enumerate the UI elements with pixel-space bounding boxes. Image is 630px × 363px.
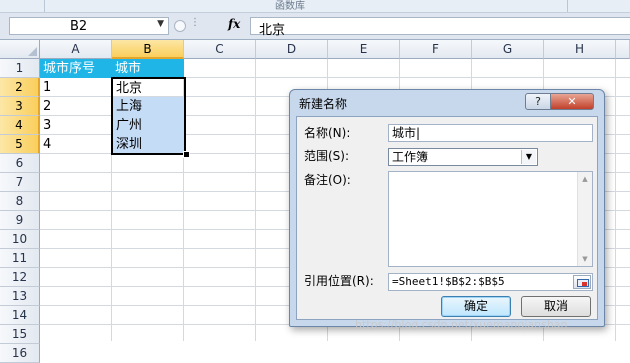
ribbon-separator [44, 0, 45, 12]
comment-scrollbar[interactable]: ▲ ▼ [577, 172, 592, 266]
name-input[interactable]: 城市| [388, 124, 593, 142]
column-header-a[interactable]: A [40, 40, 112, 59]
select-all-button[interactable] [0, 40, 40, 59]
row-header-3[interactable]: 3 [0, 97, 40, 116]
fill-handle[interactable] [183, 151, 190, 158]
row-header-6[interactable]: 6 [0, 154, 40, 173]
name-box-value: B2 [70, 19, 88, 34]
refers-to-input[interactable]: =Sheet1!$B$2:$B$5 [388, 273, 593, 291]
row-header-11[interactable]: 11 [0, 249, 40, 268]
collapse-dialog-icon[interactable] [573, 275, 591, 289]
column-header-e[interactable]: E [328, 40, 400, 59]
chevron-down-icon[interactable]: ▼ [157, 19, 164, 29]
close-button[interactable]: ✕ [550, 93, 594, 110]
scope-label: 范围(S): [304, 149, 350, 163]
column-header-c[interactable]: C [184, 40, 256, 59]
watermark: https://blog.csdn.net/xuemanqianshan [355, 318, 568, 331]
cell-a5[interactable]: 4 [40, 135, 112, 154]
row-header-8[interactable]: 8 [0, 192, 40, 211]
column-header-h[interactable]: H [544, 40, 616, 59]
row-header-1[interactable]: 1 [0, 59, 40, 78]
formula-bar-splitter[interactable] [174, 20, 186, 32]
row-header-13[interactable]: 13 [0, 287, 40, 306]
scroll-up-icon[interactable]: ▲ [578, 172, 592, 186]
selection-border [111, 77, 186, 155]
cell-a1[interactable]: 城市序号 [40, 59, 112, 78]
ribbon-group-label: 函数库 [275, 1, 305, 12]
dialog-title: 新建名称 [299, 97, 348, 111]
ok-button[interactable]: 确定 [441, 296, 511, 317]
column-header-b[interactable]: B [112, 40, 184, 59]
row-header-16[interactable]: 16 [0, 344, 40, 363]
scroll-down-icon[interactable]: ▼ [578, 252, 592, 266]
column-header-g[interactable]: G [472, 40, 544, 59]
column-header-partial[interactable] [616, 40, 630, 59]
row-header-12[interactable]: 12 [0, 268, 40, 287]
comment-label: 备注(O): [304, 173, 351, 187]
name-label: 名称(N): [304, 126, 351, 140]
row-header-10[interactable]: 10 [0, 230, 40, 249]
row-header-7[interactable]: 7 [0, 173, 40, 192]
formula-bar: B2 ▼ ⋮ fx 北京 [0, 13, 630, 40]
row-header-15[interactable]: 15 [0, 325, 40, 344]
help-button[interactable]: ? [525, 93, 551, 110]
cancel-button[interactable]: 取消 [521, 296, 591, 317]
ribbon-strip: 函数库 [0, 0, 630, 13]
formula-input-value: 北京 [259, 23, 286, 38]
ribbon-separator [567, 0, 568, 12]
insert-function-icon[interactable]: fx [228, 17, 240, 31]
refers-to-label: 引用位置(R): [304, 274, 374, 288]
cell-a4[interactable]: 3 [40, 116, 112, 135]
row-header-4[interactable]: 4 [0, 116, 40, 135]
formula-input[interactable]: 北京 [250, 17, 630, 38]
column-header-f[interactable]: F [400, 40, 472, 59]
scope-select-value: 工作簿 [392, 150, 429, 164]
cell-b1[interactable]: 城市 [112, 59, 184, 78]
scope-select[interactable]: 工作簿 ▼ [388, 148, 538, 166]
cell-a2[interactable]: 1 [40, 78, 112, 97]
row-header-9[interactable]: 9 [0, 211, 40, 230]
row-header-2[interactable]: 2 [0, 78, 40, 97]
dialog-body: 名称(N): 城市| 范围(S): 工作簿 ▼ 备注(O): ▲ ▼ 引用位置(… [296, 116, 598, 320]
row-header-5[interactable]: 5 [0, 135, 40, 154]
chevron-down-icon[interactable]: ▼ [521, 150, 536, 164]
more-icon: ⋮ [190, 17, 201, 28]
cell-a3[interactable]: 2 [40, 97, 112, 116]
name-box[interactable]: B2 ▼ [9, 17, 169, 35]
column-header-d[interactable]: D [256, 40, 328, 59]
refers-to-value: =Sheet1!$B$2:$B$5 [392, 275, 505, 288]
row-header-14[interactable]: 14 [0, 306, 40, 325]
comment-textarea[interactable]: ▲ ▼ [388, 171, 593, 267]
new-name-dialog: 新建名称 ? ✕ 名称(N): 城市| 范围(S): 工作簿 ▼ 备注(O): … [289, 89, 605, 327]
